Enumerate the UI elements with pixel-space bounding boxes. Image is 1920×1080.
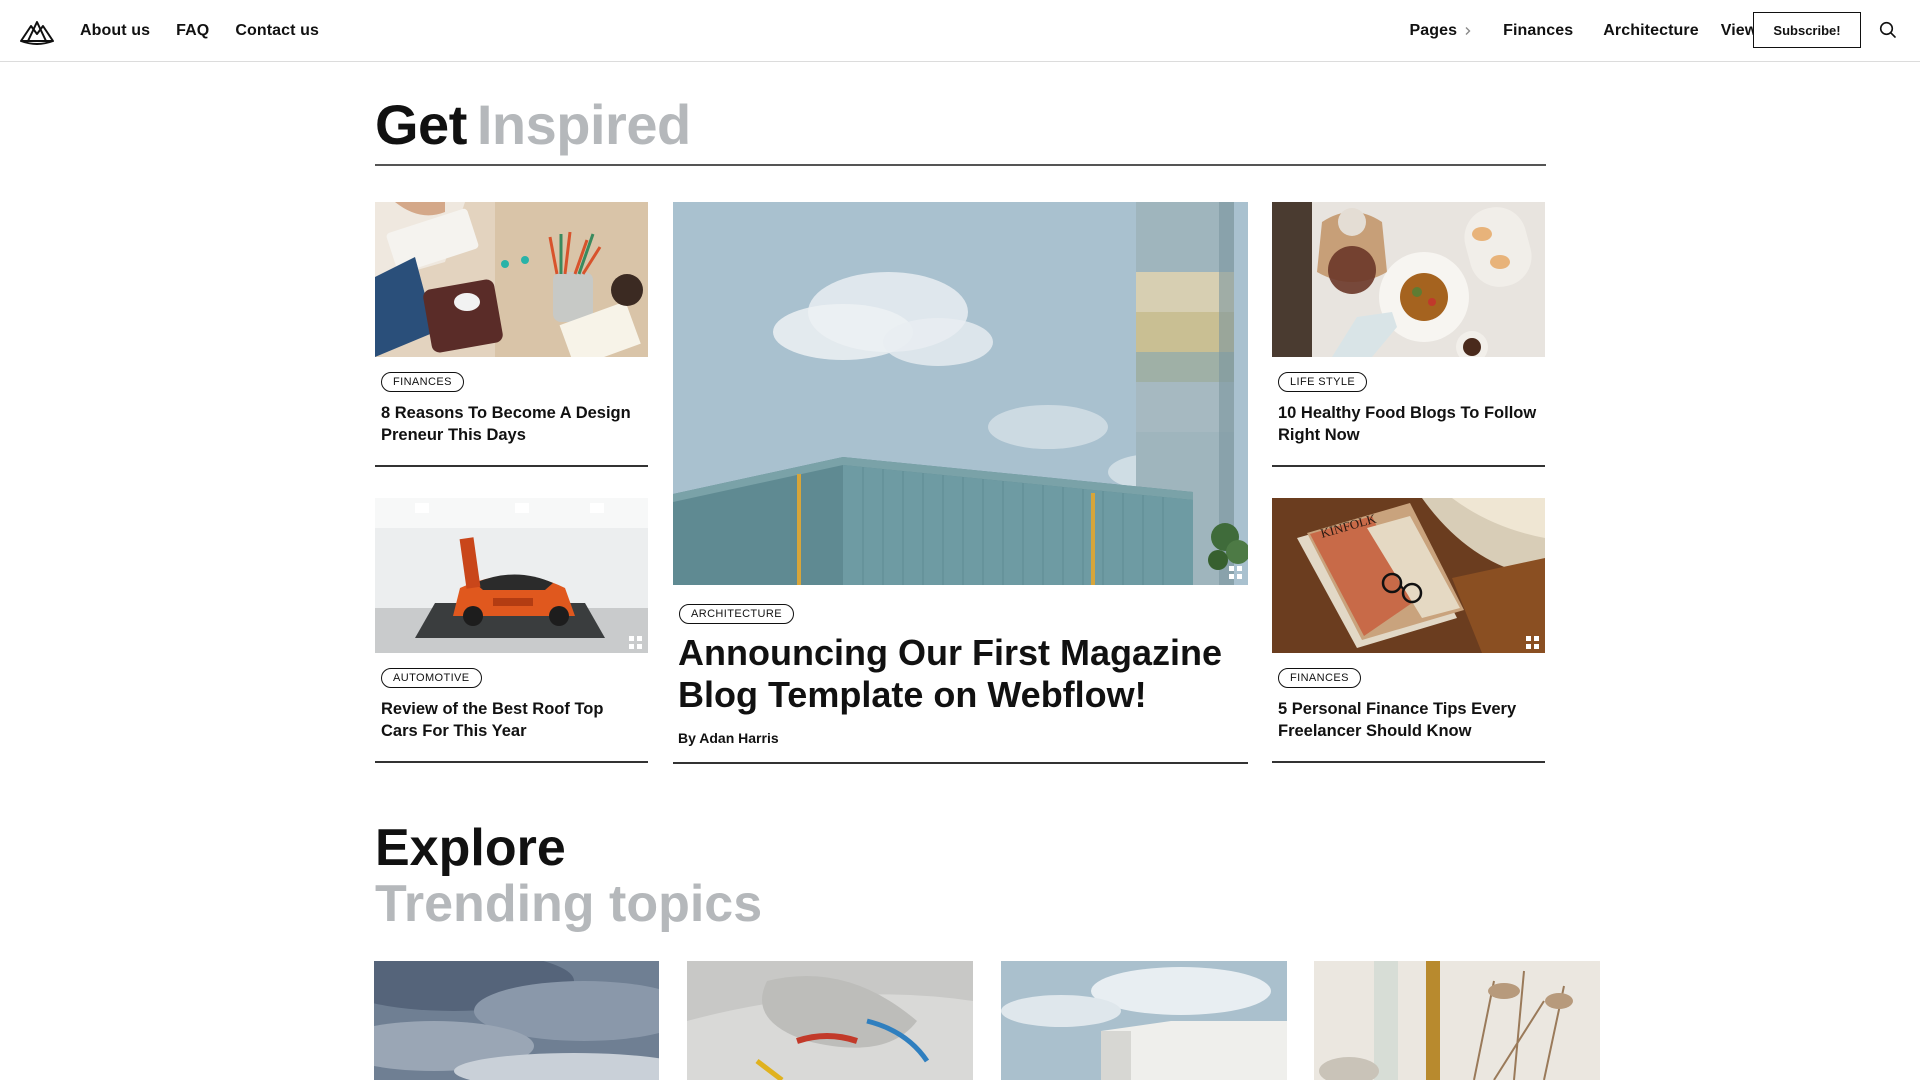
card-divider: [375, 465, 648, 467]
card-title[interactable]: 8 Reasons To Become A Design Preneur Thi…: [381, 402, 643, 446]
topic-card-2[interactable]: [687, 961, 973, 1080]
featured-image[interactable]: [673, 202, 1248, 585]
nav-contact-us[interactable]: Contact us: [235, 22, 319, 40]
card-divider: [1272, 761, 1545, 763]
title-dark: Get: [375, 93, 467, 156]
featured-tag[interactable]: ARCHITECTURE: [679, 604, 794, 624]
card-tag[interactable]: FINANCES: [1278, 668, 1361, 688]
card-tag[interactable]: AUTOMOTIVE: [381, 668, 482, 688]
nav-pages-label: Pages: [1409, 22, 1458, 39]
card-title[interactable]: Review of the Best Roof Top Cars For Thi…: [381, 698, 643, 742]
nav-pages-dropdown[interactable]: Pages: [1409, 22, 1473, 40]
nav-faq[interactable]: FAQ: [176, 22, 209, 40]
chevron-right-icon: [1465, 27, 1471, 35]
article-card-4[interactable]: KINFOLK FINANCES 5 Personal Finance Tips…: [1272, 498, 1545, 763]
featured-byline: By Adan Harris: [678, 730, 779, 746]
topic-card-4[interactable]: [1314, 961, 1600, 1080]
nav-about-us[interactable]: About us: [80, 22, 150, 40]
nav-finances[interactable]: Finances: [1503, 22, 1573, 40]
article-card-1[interactable]: FINANCES 8 Reasons To Become A Design Pr…: [375, 202, 648, 467]
nav-architecture[interactable]: Architecture: [1603, 22, 1698, 40]
article-card-2[interactable]: AUTOMOTIVE Review of the Best Roof Top C…: [375, 498, 648, 763]
grid-icon: [1229, 566, 1242, 579]
card-title[interactable]: 5 Personal Finance Tips Every Freelancer…: [1278, 698, 1540, 742]
section-subtitle-trending: Trending topics: [375, 875, 763, 933]
featured-divider: [673, 762, 1248, 764]
logo-icon[interactable]: [18, 14, 56, 48]
secondary-nav: Pages Finances Architecture View All: [1379, 0, 1782, 62]
site-header: About us FAQ Contact us Pages Finances A…: [0, 0, 1920, 62]
title-muted: Inspired: [476, 93, 691, 156]
search-icon[interactable]: [1878, 20, 1898, 40]
card-image-car[interactable]: [375, 498, 648, 653]
section-title-explore: Explore: [375, 819, 566, 877]
topic-card-3[interactable]: [1001, 961, 1287, 1080]
section-title-inspired: Get Inspired: [375, 92, 691, 157]
topic-card-1[interactable]: [374, 961, 659, 1080]
card-image-magazine[interactable]: KINFOLK: [1272, 498, 1545, 653]
card-tag[interactable]: LIFE STYLE: [1278, 372, 1368, 392]
featured-title[interactable]: Announcing Our First Magazine Blog Templ…: [678, 632, 1238, 716]
card-image-desk[interactable]: [375, 202, 648, 357]
card-divider: [375, 761, 648, 763]
grid-icon: [629, 636, 642, 649]
grid-icon: [1526, 636, 1539, 649]
article-card-3[interactable]: LIFE STYLE 10 Healthy Food Blogs To Foll…: [1272, 202, 1545, 467]
subscribe-button[interactable]: Subscribe!: [1753, 12, 1861, 48]
card-title[interactable]: 10 Healthy Food Blogs To Follow Right No…: [1278, 402, 1540, 446]
primary-nav: About us FAQ Contact us: [80, 0, 319, 62]
section-divider: [375, 164, 1546, 166]
card-tag[interactable]: FINANCES: [381, 372, 464, 392]
card-divider: [1272, 465, 1545, 467]
card-image-food[interactable]: [1272, 202, 1545, 357]
